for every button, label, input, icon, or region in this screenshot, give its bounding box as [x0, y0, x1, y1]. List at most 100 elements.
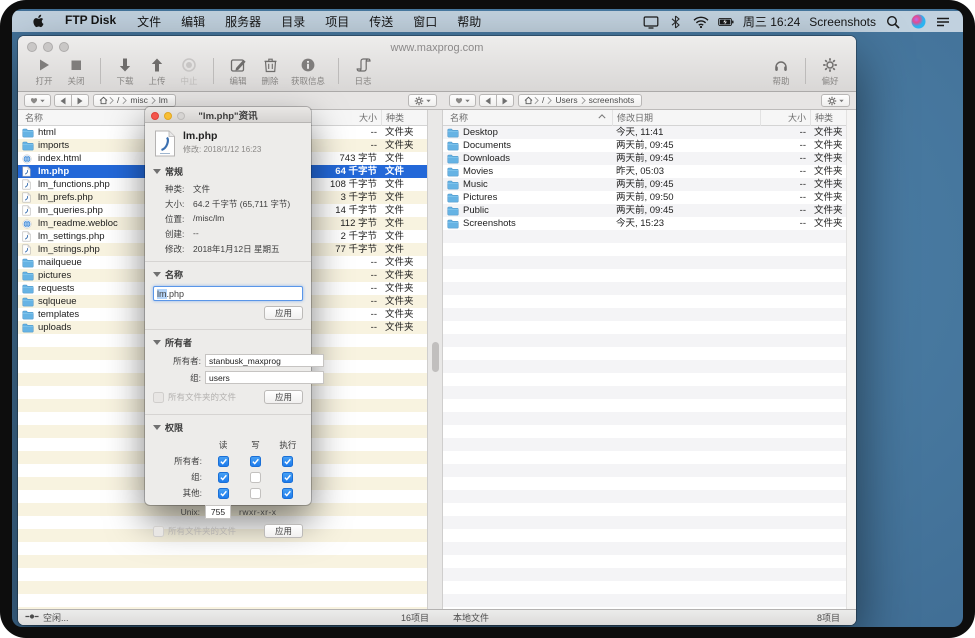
scrollbar-thumb[interactable] — [432, 342, 439, 372]
checkbox-checked[interactable] — [250, 456, 261, 467]
edit-button[interactable]: 编辑 — [222, 56, 254, 87]
file-size: -- — [309, 269, 381, 282]
menu-item-目录[interactable]: 目录 — [271, 13, 315, 30]
apple-menu-icon[interactable] — [30, 14, 46, 30]
menu-status-app[interactable]: Screenshots — [809, 15, 876, 29]
close-window-button[interactable] — [27, 42, 37, 52]
log-button[interactable]: 日志 — [347, 56, 379, 87]
file-date: 今天, 11:41 — [612, 126, 760, 139]
close-button[interactable]: 关闭 — [60, 56, 92, 87]
info-label: 位置: — [165, 213, 193, 225]
search-icon[interactable] — [885, 14, 901, 30]
dialog-titlebar[interactable]: "lm.php"资讯 — [145, 107, 311, 123]
window-titlebar[interactable]: www.maxprog.com — [18, 36, 856, 56]
breadcrumb-segment[interactable]: lm — [157, 95, 170, 106]
upload-button[interactable]: 上传 — [141, 56, 173, 87]
local-favorites-button[interactable] — [449, 94, 476, 107]
getinfo-button[interactable]: 获取信息 — [286, 56, 330, 87]
prefs-button[interactable]: 偏好 — [814, 56, 846, 87]
local-breadcrumb[interactable]: / Users screenshots — [518, 94, 642, 107]
checkbox-checked[interactable] — [282, 472, 293, 483]
owner-section-header[interactable]: 所有者 — [152, 333, 304, 352]
apply-owner-button[interactable]: 应用 — [264, 390, 303, 404]
menu-item-传送[interactable]: 传送 — [359, 13, 403, 30]
dialog-minimize-button[interactable] — [164, 112, 172, 120]
delete-button[interactable]: 删除 — [254, 56, 286, 87]
column-header-size[interactable]: 大小 — [309, 110, 381, 126]
minimize-window-button[interactable] — [43, 42, 53, 52]
file-row-Public[interactable]: Public两天前, 09:45--文件夹 — [443, 204, 856, 217]
name-section-header[interactable]: 名称 — [152, 265, 304, 284]
group-input[interactable] — [205, 371, 324, 384]
help-button[interactable]: 帮助 — [765, 56, 797, 87]
remote-actions-menu-button[interactable] — [408, 94, 437, 107]
breadcrumb-segment[interactable]: screenshots — [587, 95, 637, 106]
permissions-section-header[interactable]: 权限 — [152, 418, 304, 437]
display-icon[interactable] — [643, 14, 659, 30]
open-button[interactable]: 打开 — [28, 56, 60, 87]
open-label: 打开 — [35, 75, 52, 87]
file-row-Downloads[interactable]: Downloads两天前, 09:45--文件夹 — [443, 152, 856, 165]
help-label: 帮助 — [772, 75, 789, 87]
checkbox-unchecked[interactable] — [250, 488, 261, 499]
notification-list-icon[interactable] — [935, 14, 951, 30]
zoom-window-button[interactable] — [59, 42, 69, 52]
column-header-kind[interactable]: 种类 — [381, 110, 427, 126]
menu-item-帮助[interactable]: 帮助 — [447, 13, 491, 30]
checkbox-checked[interactable] — [218, 472, 229, 483]
column-header-size[interactable]: 大小 — [760, 110, 810, 126]
menu-item-app[interactable]: FTP Disk — [54, 13, 127, 30]
file-row-Desktop[interactable]: Desktop今天, 11:41--文件夹 — [443, 126, 856, 139]
remote-forward-button[interactable] — [71, 94, 89, 107]
file-size: 64 千字节 — [309, 165, 381, 178]
filename-input[interactable]: lm.php — [153, 286, 303, 301]
checkbox-unchecked[interactable] — [250, 472, 261, 483]
breadcrumb-segment[interactable]: misc — [128, 95, 149, 106]
checkbox-checked[interactable] — [282, 488, 293, 499]
battery-charging-icon[interactable] — [718, 14, 734, 30]
remote-favorites-button[interactable] — [24, 94, 51, 107]
owner-input[interactable] — [205, 354, 324, 367]
menu-item-服务器[interactable]: 服务器 — [215, 13, 271, 30]
checkbox-checked[interactable] — [218, 488, 229, 499]
siri-icon[interactable] — [910, 14, 926, 30]
file-name: lm_readme.webloc — [38, 217, 118, 230]
menu-item-文件[interactable]: 文件 — [127, 13, 171, 30]
unix-mode-input[interactable]: 755 — [205, 505, 231, 519]
breadcrumb-segment[interactable]: / — [115, 95, 121, 106]
divider — [145, 329, 311, 330]
menu-item-项目[interactable]: 项目 — [315, 13, 359, 30]
breadcrumb-segment[interactable]: / — [540, 95, 546, 106]
remote-breadcrumb[interactable]: / misclm — [93, 94, 176, 107]
checkbox-checked[interactable] — [282, 456, 293, 467]
menu-clock[interactable]: 周三 16:24 — [743, 13, 800, 30]
column-header-name[interactable]: 名称 — [443, 110, 612, 126]
abort-button[interactable]: 中止 — [173, 56, 205, 87]
forward-icon — [502, 97, 508, 105]
menu-item-窗口[interactable]: 窗口 — [403, 13, 447, 30]
file-row-Movies[interactable]: Movies昨天, 05:03--文件夹 — [443, 165, 856, 178]
webloc-icon — [22, 219, 32, 229]
local-scrollbar[interactable] — [846, 110, 856, 609]
local-forward-button[interactable] — [496, 94, 514, 107]
vertical-scrollbar[interactable] — [427, 110, 443, 609]
remote-back-button[interactable] — [54, 94, 72, 107]
local-back-button[interactable] — [479, 94, 497, 107]
breadcrumb-segment[interactable]: Users — [553, 95, 579, 106]
dialog-close-button[interactable] — [151, 112, 159, 120]
file-row-Pictures[interactable]: Pictures两天前, 09:50--文件夹 — [443, 191, 856, 204]
file-row-Documents[interactable]: Documents两天前, 09:45--文件夹 — [443, 139, 856, 152]
file-kind: 文件 — [381, 230, 427, 243]
apply-permissions-button[interactable]: 应用 — [264, 524, 303, 538]
local-actions-menu-button[interactable] — [821, 94, 850, 107]
wifi-icon[interactable] — [693, 14, 709, 30]
menu-item-编辑[interactable]: 编辑 — [171, 13, 215, 30]
checkbox-checked[interactable] — [218, 456, 229, 467]
column-header-date[interactable]: 修改日期 — [612, 110, 760, 126]
download-button[interactable]: 下载 — [109, 56, 141, 87]
file-row-Screenshots[interactable]: Screenshots今天, 15:23--文件夹 — [443, 217, 856, 230]
bluetooth-icon[interactable] — [668, 14, 684, 30]
file-row-Music[interactable]: Music两天前, 09:45--文件夹 — [443, 178, 856, 191]
apply-name-button[interactable]: 应用 — [264, 306, 303, 320]
general-section-header[interactable]: 常规 — [152, 162, 304, 181]
